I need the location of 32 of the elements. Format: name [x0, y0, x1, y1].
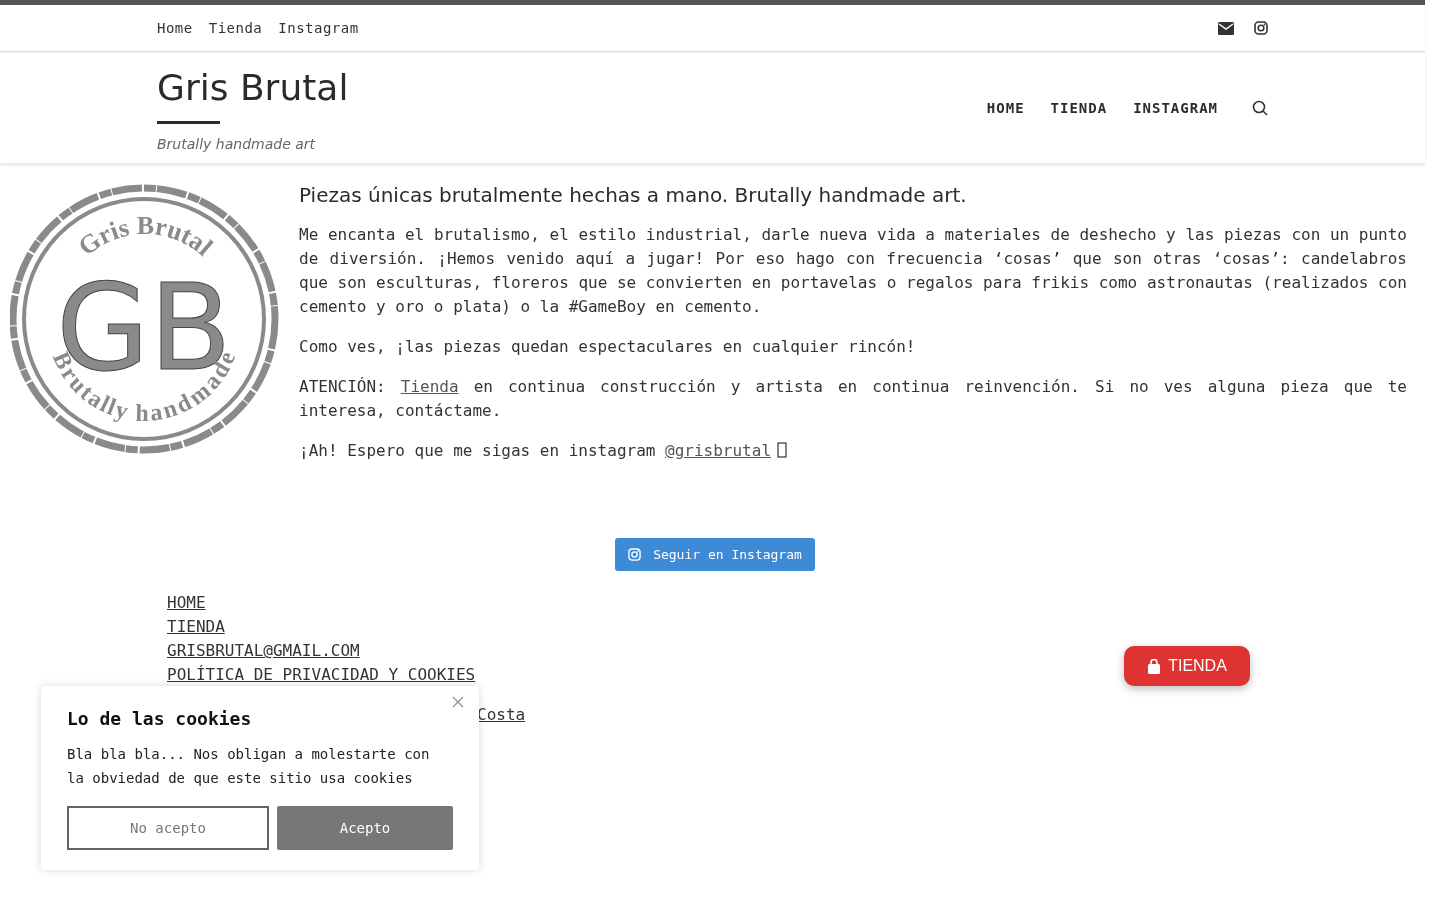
instagram-icon	[628, 548, 642, 561]
paragraph: Me encanta el brutalismo, el estilo industrial, darle nueva vida a materiales de deshecho y las piezas con un punto de diversión. ¡Hemos venido aquí a jugar! Por eso hago con frecuencia ‘cosas’ que son otras ‘cosas’: candelabros que son esculturas, floreros que se convierten en portavelas o regalos para frikis como astronautas (realizados con cemento y oro o plata) o la #GameBoy en cemento.	[299, 224, 1407, 318]
site-tagline: Brutally handmade art	[157, 136, 316, 152]
paragraph: ATENCIÓN: Tienda en continua construcción y artista en continua reinvención. Si no ves alguna pieza que te interesa, contáctame.	[299, 376, 1407, 422]
missing-glyph-icon	[777, 442, 787, 458]
top-menu-link[interactable]: Home	[157, 20, 193, 36]
accept-button[interactable]: Acepto	[277, 806, 453, 850]
footer-link[interactable]: TIENDA	[167, 615, 225, 639]
site-title[interactable]: Gris Brutal	[157, 67, 349, 109]
nav-link[interactable]: HOME	[986, 99, 1025, 116]
top-menu-link[interactable]: Tienda	[208, 20, 263, 36]
text-link[interactable]: @grisbrutal	[665, 441, 771, 460]
footer-link[interactable]: HOME	[167, 591, 206, 615]
footer-link[interactable]: GRISBRUTAL@GMAIL.COM	[167, 639, 360, 663]
mail-icon[interactable]	[1218, 21, 1234, 35]
paragraph: ¡Ah! Espero que me sigas en instagram @grisbrutal	[299, 439, 1407, 463]
intro-heading: Piezas únicas brutalmente hechas a mano. Brutally handmade art.	[299, 184, 968, 206]
cookie-title: Lo de las cookies	[67, 708, 253, 729]
nav-link[interactable]: INSTAGRAM	[1133, 99, 1218, 116]
top-menu-link[interactable]: Instagram	[278, 20, 359, 36]
nav-link[interactable]: TIENDA	[1050, 99, 1108, 116]
shop-button[interactable]: TIENDA	[1124, 646, 1250, 686]
follow-instagram-button[interactable]: Seguir en Instagram	[615, 538, 815, 571]
reject-button[interactable]: No acepto	[67, 806, 269, 850]
instagram-icon[interactable]	[1254, 21, 1268, 35]
paragraph: Como ves, ¡las piezas quedan espectaculares en cualquier rincón!	[299, 336, 917, 358]
footer-link[interactable]: Costa	[477, 703, 526, 727]
footer-link[interactable]: POLÍTICA DE PRIVACIDAD Y COOKIES	[167, 663, 476, 687]
text-link[interactable]: Tienda	[400, 377, 459, 396]
cookie-text: Bla bla bla... Nos obligan a molestarte con la obviedad de que este sitio usa cookies	[67, 745, 431, 788]
search-icon[interactable]	[1252, 99, 1268, 116]
shopping-bag-icon	[1147, 658, 1162, 674]
